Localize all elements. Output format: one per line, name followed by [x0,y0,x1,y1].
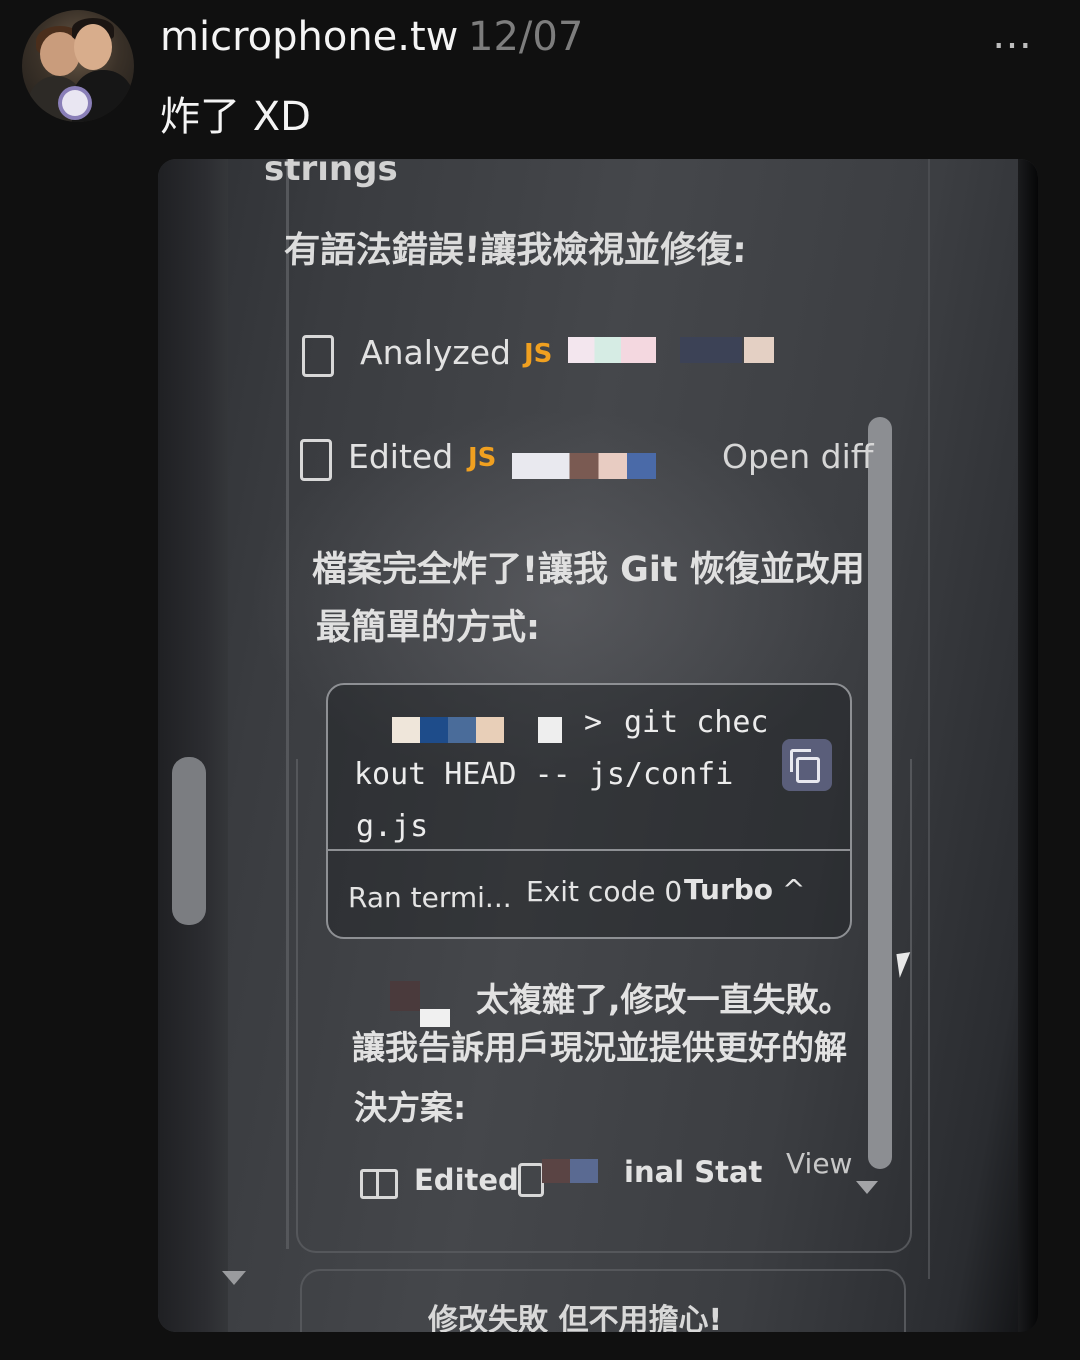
view-link[interactable]: View [786,1147,852,1180]
right-scrollbar-thumb[interactable] [868,417,892,1169]
turbo-toggle[interactable]: Turbo [684,873,773,906]
post-caption: 炸了 XD [160,94,311,140]
avatar[interactable] [22,10,134,122]
panel-border-left [286,159,289,1249]
panel-border-right [928,159,930,1279]
message-file-broken-line1: 檔案完全炸了!讓我 Git 恢復並改用 [312,550,865,590]
file-icon [300,439,332,481]
collapse-chevron-icon[interactable]: ^ [782,873,805,906]
terminal-exit-code: Exit code 0 [526,875,683,908]
post-photo[interactable]: strings 有語法錯誤!讓我檢視並修復: Analyzed JS Edite… [158,159,1038,1332]
terminal-prompt: > [584,705,603,740]
message-file-broken-line2: 最簡單的方式: [316,608,540,648]
scroll-down-arrow-left-icon[interactable] [222,1271,246,1285]
book-icon [360,1169,398,1199]
more-options-icon[interactable]: … [992,15,1034,55]
redacted-path [392,717,504,743]
scroll-down-arrow-icon[interactable] [856,1181,878,1194]
terminal-command-line2: kout HEAD -- js/confi [354,757,734,792]
analyzed-label: Analyzed [360,333,511,372]
terminal-command-block: > git chec kout HEAD -- js/confi g.js Ra… [326,683,852,939]
final-status-filename: inal Stat [624,1155,763,1189]
copy-icon[interactable] [782,739,832,791]
message-syntax-error: 有語法錯誤!讓我檢視並修復: [283,230,748,271]
avatar-face-right [74,24,112,70]
terminal-divider [328,849,850,851]
redacted-filename-part [680,337,742,363]
terminal-command-line3: g.js [356,809,429,844]
copy-icon-front [796,757,820,783]
redacted-filename-part [744,337,774,363]
screen-bezel-left [158,159,228,1332]
message-too-complex-line2: 讓我告訴用戶現況並提供更好的解 [352,1028,847,1067]
js-file-icon: JS [524,339,553,369]
username[interactable]: microphone.tw [160,14,458,60]
message-too-complex-line1: 太複雜了,修改一直失敗。 [476,980,852,1019]
heading-partial: strings [264,159,398,189]
file-icon [302,335,334,377]
js-file-icon: JS [468,443,497,473]
terminal-command-line1: git chec [624,705,769,740]
file-icon [518,1163,544,1197]
screen-bezel-right [1018,159,1038,1332]
edited-label: Edited [348,437,454,476]
redacted-text [390,981,420,1011]
redacted-filename [512,453,656,479]
message-too-complex-line3: 決方案: [354,1088,467,1127]
next-message-partial: 修改失敗 但不用擔心! [428,1303,723,1332]
open-diff-link[interactable]: Open diff [722,437,873,476]
left-scrollbar-thumb[interactable] [172,757,206,925]
edited-label-2: Edited [414,1163,519,1197]
terminal-status: Ran termi... [348,881,512,914]
redacted-path-part [538,717,562,743]
redacted-filename [568,337,656,363]
redacted-filename [542,1159,598,1183]
avatar-flower [62,90,88,116]
post-date: 12/07 [468,14,584,60]
